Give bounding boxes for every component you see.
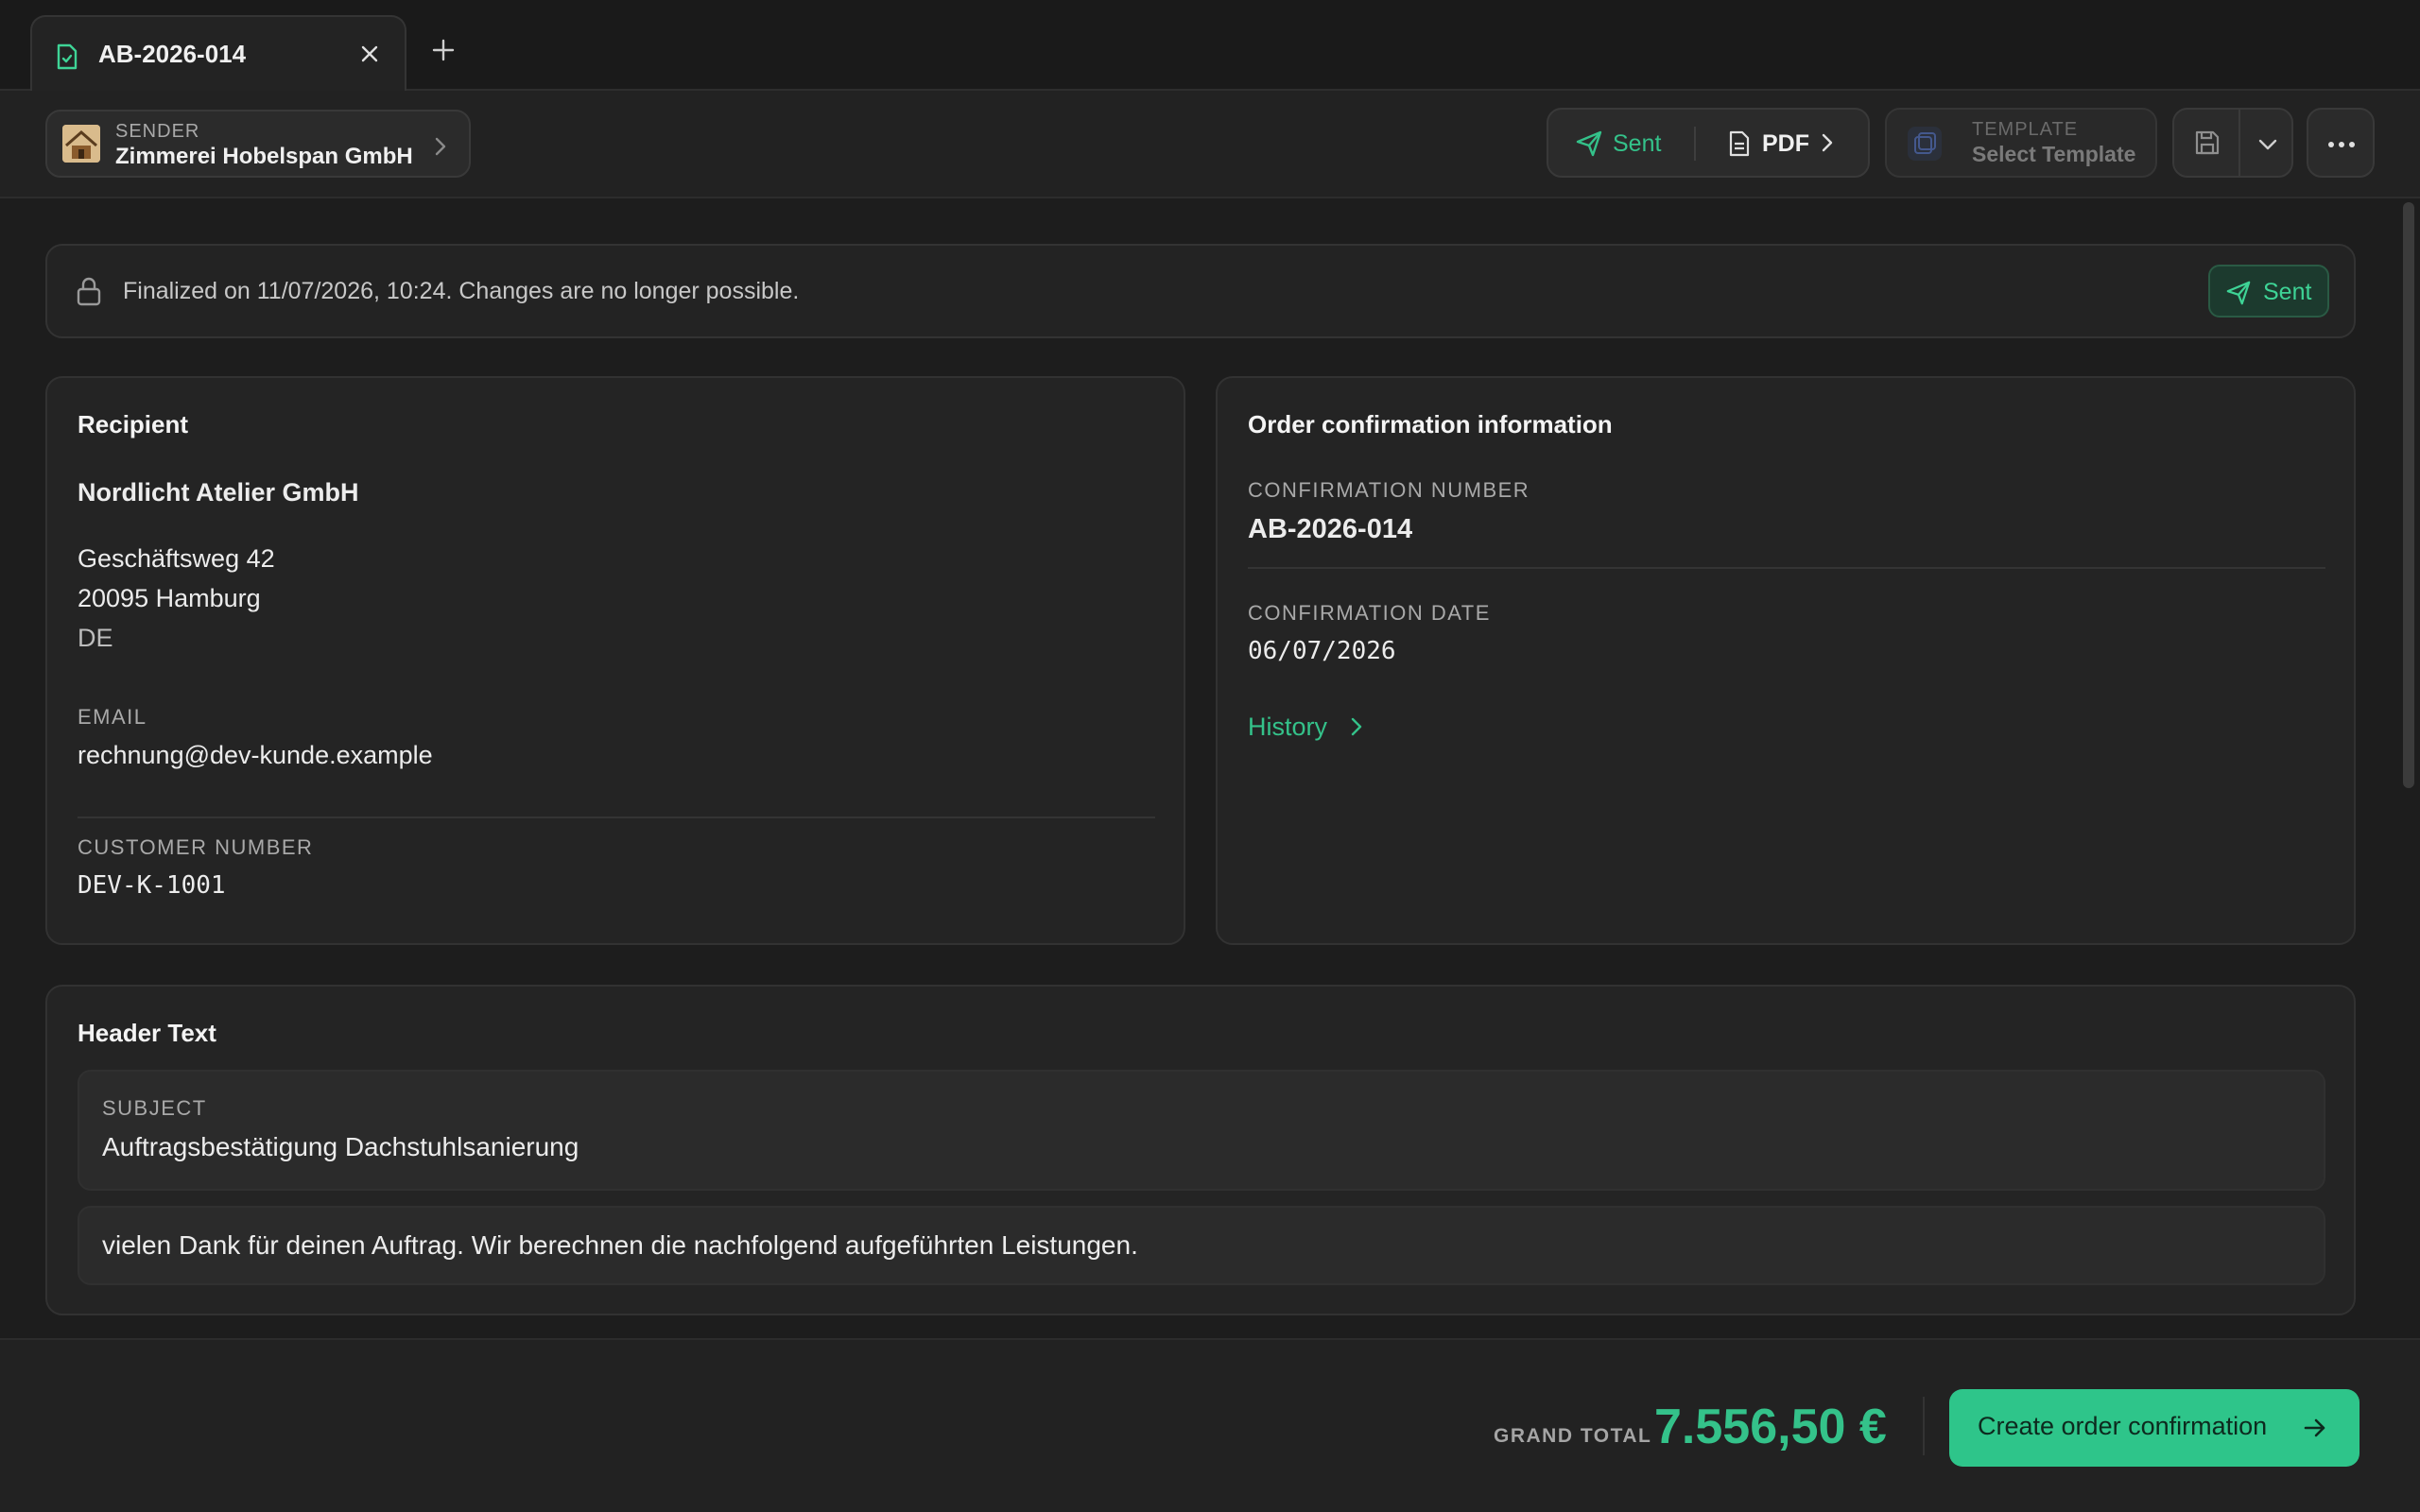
divider <box>2238 110 2240 176</box>
history-label: History <box>1248 713 1328 741</box>
chevron-down-icon[interactable] <box>2257 138 2278 151</box>
sender-name: Zimmerei Hobelspan GmbH <box>115 144 413 169</box>
recipient-company: Nordlicht Atelier GmbH <box>78 478 359 507</box>
scrollbar[interactable] <box>2403 202 2414 788</box>
subject-field[interactable]: SUBJECT Auftragsbestätigung Dachstuhlsan… <box>78 1070 2325 1191</box>
grand-total-label: GRAND TOTAL <box>1494 1425 1652 1447</box>
divider <box>1694 127 1696 161</box>
template-label: TEMPLATE <box>1972 119 2079 140</box>
confirmation-date: 06/07/2026 <box>1248 637 1396 665</box>
header-text-heading: Header Text <box>78 1019 216 1047</box>
tab-title: AB-2026-014 <box>98 40 247 68</box>
customer-number: DEV-K-1001 <box>78 871 226 900</box>
confirmation-date-label: CONFIRMATION DATE <box>1248 601 1491 625</box>
subject-label: SUBJECT <box>102 1096 207 1120</box>
sender-selector[interactable]: SENDER Zimmerei Hobelspan GmbH <box>45 110 471 178</box>
sender-logo <box>62 125 100 163</box>
toolbar: SENDER Zimmerei Hobelspan GmbH Sent PDF <box>0 91 2420 198</box>
save-group <box>2172 108 2293 178</box>
create-order-confirmation-button[interactable]: Create order confirmation <box>1949 1389 2360 1467</box>
template-selector[interactable]: TEMPLATE Select Template <box>1885 108 2157 178</box>
document-check-icon <box>57 43 78 70</box>
ellipsis-icon <box>2328 142 2355 147</box>
email-label: EMAIL <box>78 705 147 729</box>
divider <box>1248 567 2325 569</box>
chevron-right-icon <box>435 137 446 156</box>
chevron-right-icon <box>1351 717 1362 736</box>
document-icon <box>1729 130 1750 157</box>
subject-value: Auftragsbestätigung Dachstuhlsanierung <box>102 1132 579 1161</box>
footer-bar: GRAND TOTAL 7.556,50 € Create order conf… <box>0 1338 2420 1512</box>
send-icon <box>1576 130 1602 157</box>
pdf-label: PDF <box>1762 130 1809 157</box>
grand-total-value: 7.556,50 € <box>1654 1400 1887 1454</box>
create-button-label: Create order confirmation <box>1978 1412 2268 1440</box>
recipient-email: rechnung@dev-kunde.example <box>78 741 433 769</box>
sender-label: SENDER <box>115 121 200 142</box>
confirmation-number: AB-2026-014 <box>1248 514 1413 544</box>
badge-label: Sent <box>2263 279 2312 305</box>
finalized-text: Finalized on 11/07/2026, 10:24. Changes … <box>123 278 800 304</box>
tab-bar: AB-2026-014 <box>0 0 2420 93</box>
confirmation-number-label: CONFIRMATION NUMBER <box>1248 478 1530 502</box>
sent-status-badge[interactable]: Sent <box>2208 265 2329 318</box>
recipient-heading: Recipient <box>78 410 189 438</box>
recipient-card: Recipient Nordlicht Atelier GmbH Geschäf… <box>45 376 1185 945</box>
header-body-field[interactable]: vielen Dank für deinen Auftrag. Wir bere… <box>78 1206 2325 1285</box>
plus-icon[interactable] <box>431 38 456 62</box>
divider <box>1923 1397 1925 1455</box>
copy-icon <box>1908 127 1942 161</box>
more-options-button[interactable] <box>2307 108 2375 178</box>
save-icon[interactable] <box>2193 129 2221 157</box>
chevron-right-icon <box>1822 133 1833 152</box>
history-link[interactable]: History <box>1248 713 1362 742</box>
order-info-card: Order confirmation information CONFIRMAT… <box>1216 376 2356 945</box>
lock-icon <box>77 277 101 306</box>
header-body-text: vielen Dank für deinen Auftrag. Wir bere… <box>102 1230 1138 1260</box>
tab-document[interactable]: AB-2026-014 <box>30 15 406 93</box>
header-text-card: Header Text SUBJECT Auftragsbestätigung … <box>45 985 2356 1315</box>
arrow-right-icon <box>2304 1418 2325 1437</box>
recipient-street: Geschäftsweg 42 <box>78 544 275 573</box>
divider <box>78 816 1155 818</box>
template-value: Select Template <box>1972 142 2136 166</box>
sent-label: Sent <box>1613 130 1662 157</box>
close-icon[interactable] <box>359 43 380 64</box>
order-info-heading: Order confirmation information <box>1248 410 1613 438</box>
recipient-city: 20095 Hamburg <box>78 584 261 612</box>
customer-number-label: CUSTOMER NUMBER <box>78 835 314 859</box>
status-pdf-group: Sent PDF <box>1547 108 1870 178</box>
send-icon <box>2226 281 2251 305</box>
recipient-country: DE <box>78 624 113 652</box>
finalized-banner: Finalized on 11/07/2026, 10:24. Changes … <box>45 244 2356 338</box>
